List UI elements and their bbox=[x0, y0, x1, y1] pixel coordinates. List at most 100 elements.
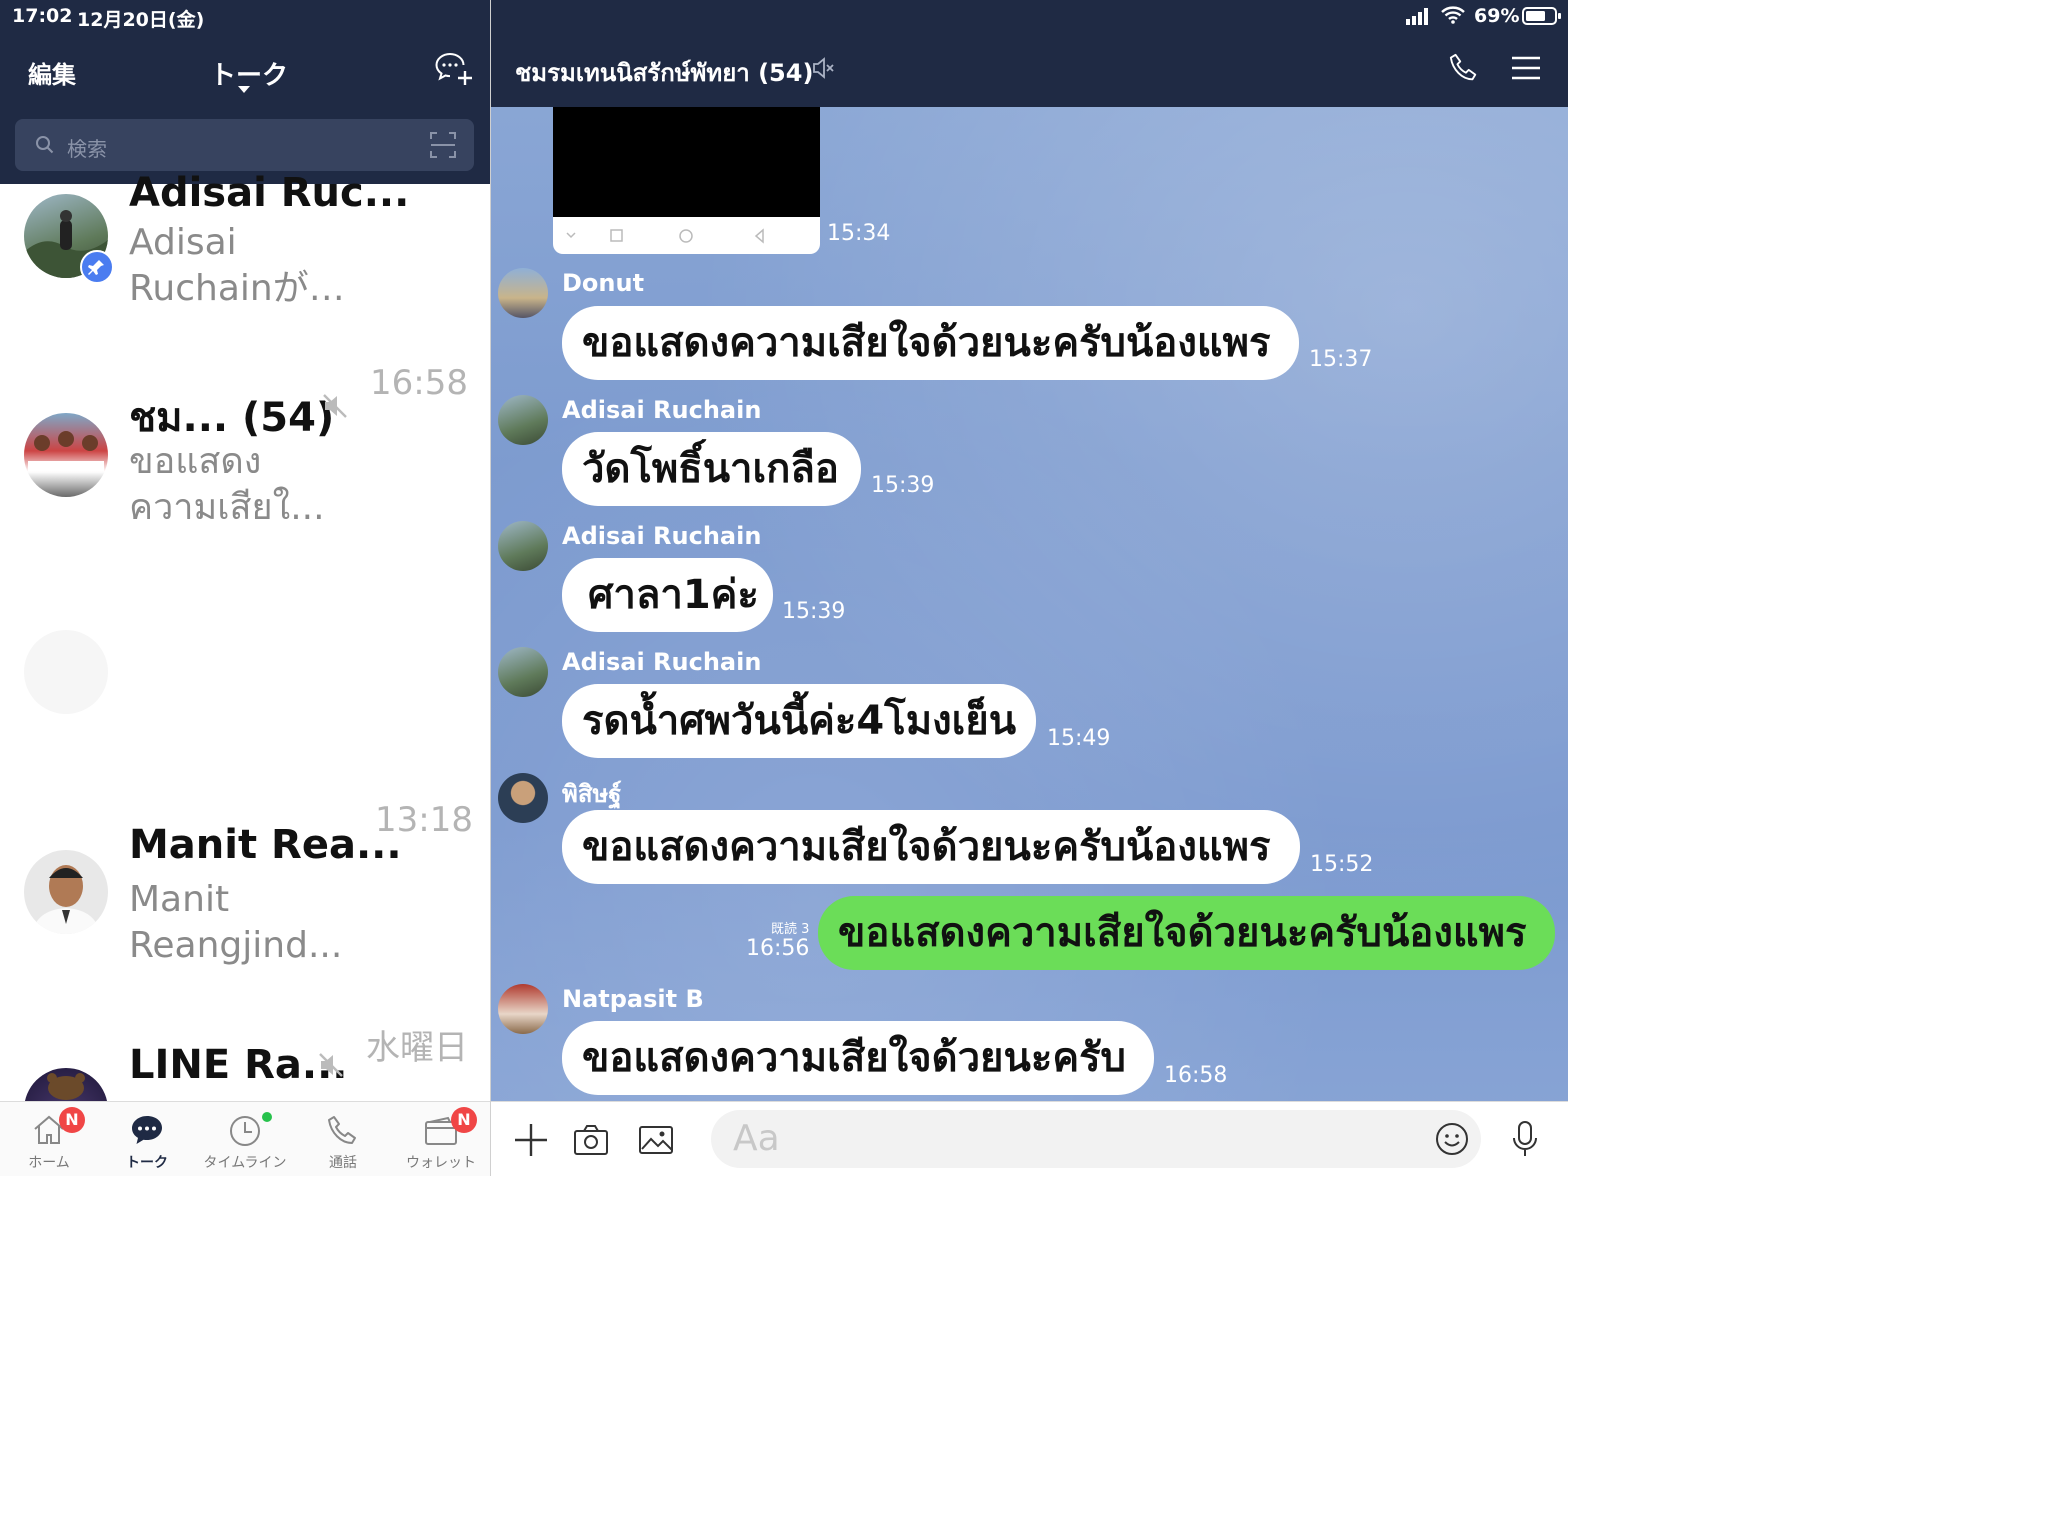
tab-label: ウォレット bbox=[406, 1155, 476, 1171]
mute-icon bbox=[811, 56, 835, 84]
tab-calls[interactable]: 通話 bbox=[294, 1102, 392, 1176]
message-time: 15:39 bbox=[871, 473, 935, 498]
chat-room-header: 69% ชมรมเทนนิสรักษ์พัทยา (54) bbox=[491, 0, 1568, 107]
sender-name: Adisai Ruchain bbox=[562, 396, 762, 424]
clock-icon bbox=[228, 1114, 262, 1152]
chat-bubble-icon bbox=[130, 1114, 164, 1150]
chat-name: LINE Ra... bbox=[129, 1042, 348, 1088]
message-bubble[interactable]: วัดโพธิ์นาเกลือ bbox=[562, 432, 861, 506]
message-bubble[interactable]: ขอแสดงความเสียใจด้วยนะครับน้องแพร bbox=[562, 306, 1299, 380]
battery-percent: 69% bbox=[1474, 5, 1520, 27]
bottom-tab-bar: N ホーム トーク タイムライン 通話 N ウォレット bbox=[0, 1101, 490, 1176]
chat-list-item[interactable]: Adisai Ruc... Adisai Ruchainが… bbox=[0, 170, 490, 334]
message-time: 15:39 bbox=[782, 599, 846, 624]
caret-down-icon[interactable] bbox=[238, 86, 250, 93]
chat-preview-line1: ขอแสดง bbox=[129, 441, 262, 482]
status-time: 17:02 bbox=[12, 5, 73, 27]
message-time: 15:49 bbox=[1047, 726, 1111, 751]
notification-badge: N bbox=[59, 1107, 85, 1133]
avatar bbox=[24, 630, 108, 714]
tab-label: ホーム bbox=[28, 1155, 70, 1171]
image-content bbox=[553, 107, 820, 217]
avatar bbox=[24, 850, 108, 934]
message-input[interactable]: Aa bbox=[711, 1110, 1481, 1168]
sender-name: Adisai Ruchain bbox=[562, 522, 762, 550]
tab-wallet[interactable]: N ウォレット bbox=[392, 1102, 490, 1176]
chat-room-title: ชมรมเทนนิสรักษ์พัทยา (54) bbox=[515, 59, 814, 87]
new-indicator-dot bbox=[262, 1112, 272, 1122]
message-bubble[interactable]: ศาลา1ค่ะ bbox=[562, 558, 773, 632]
image-icon[interactable] bbox=[638, 1125, 674, 1159]
new-chat-icon[interactable] bbox=[434, 51, 474, 91]
tab-label: トーク bbox=[126, 1155, 168, 1171]
avatar[interactable] bbox=[498, 268, 548, 318]
chat-preview-line2: Ruchainが… bbox=[129, 268, 345, 309]
message-time: 15:37 bbox=[1309, 347, 1373, 372]
camera-icon[interactable] bbox=[573, 1124, 609, 1160]
talk-list-header: 17:02 12月20日(金) 編集 トーク 検索 bbox=[0, 0, 490, 184]
tab-label: タイムライン bbox=[203, 1155, 287, 1171]
battery-icon bbox=[1522, 7, 1562, 29]
chat-list-item[interactable]: Manit Rea... 13:18 Manit Reangjind... bbox=[0, 800, 490, 980]
message-time: 15:52 bbox=[1310, 852, 1374, 877]
wifi-icon bbox=[1441, 6, 1465, 28]
search-input[interactable]: 検索 bbox=[67, 133, 107, 162]
message-bubble[interactable]: ขอแสดงความเสียใจด้วยนะครับ bbox=[562, 1021, 1154, 1095]
avatar[interactable] bbox=[498, 773, 548, 823]
chat-preview-line1: Manit bbox=[129, 879, 230, 920]
read-receipt: 既読 3 bbox=[771, 922, 810, 937]
message-time: 16:56 bbox=[746, 936, 810, 961]
mute-icon bbox=[322, 393, 348, 423]
notification-badge: N bbox=[451, 1107, 477, 1133]
sender-name: Adisai Ruchain bbox=[562, 648, 762, 676]
edit-button[interactable]: 編集 bbox=[28, 55, 76, 90]
search-bar[interactable]: 検索 bbox=[15, 119, 474, 171]
tab-timeline[interactable]: タイムライン bbox=[196, 1102, 294, 1176]
message-bubble[interactable]: ขอแสดงความเสียใจด้วยนะครับน้องแพร bbox=[562, 810, 1300, 884]
plus-icon[interactable] bbox=[513, 1122, 549, 1162]
signal-icon bbox=[1406, 7, 1432, 29]
chat-list-item[interactable]: LINE Ra... 水曜日 bbox=[0, 1020, 490, 1101]
chat-time: 16:58 bbox=[370, 363, 468, 403]
avatar[interactable] bbox=[498, 984, 548, 1034]
message-bubble[interactable]: รดน้ำศพวันนี้ค่ะ4โมงเย็น bbox=[562, 684, 1036, 758]
message-bubble-own[interactable]: ขอแสดงความเสียใจด้วยนะครับน้องแพร bbox=[818, 896, 1555, 970]
search-icon bbox=[35, 135, 55, 159]
chat-preview-line2: ความเสียใ... bbox=[129, 487, 325, 528]
sender-name: พิสิษฐ์ bbox=[562, 780, 622, 808]
avatar bbox=[24, 413, 108, 497]
chat-preview-line2: Reangjind... bbox=[129, 925, 343, 966]
chat-room-pane: 69% ชมรมเทนนิสรักษ์พัทยา (54) 15:34 Donu… bbox=[491, 0, 1568, 1176]
message-input-placeholder: Aa bbox=[733, 1118, 780, 1159]
sender-name: Natpasit B bbox=[562, 985, 704, 1013]
phone-icon[interactable] bbox=[1448, 52, 1480, 88]
menu-icon[interactable] bbox=[1511, 56, 1541, 84]
avatar[interactable] bbox=[498, 395, 548, 445]
avatar[interactable] bbox=[498, 521, 548, 571]
phone-icon bbox=[326, 1114, 360, 1152]
chat-list-item[interactable]: ชม... (54) 16:58 ขอแสดง ความเสียใ... bbox=[0, 360, 490, 540]
message-composer: Aa bbox=[491, 1101, 1568, 1176]
message-time: 15:34 bbox=[827, 221, 891, 246]
pin-icon bbox=[80, 250, 114, 284]
chat-list-item[interactable] bbox=[0, 580, 490, 760]
avatar bbox=[24, 1068, 108, 1101]
chat-name: Adisai Ruc... bbox=[129, 170, 410, 216]
message-time: 16:58 bbox=[1164, 1063, 1228, 1088]
talk-list-pane: 17:02 12月20日(金) 編集 トーク 検索 Adisai Ruc... … bbox=[0, 0, 490, 1176]
chat-time: 13:18 bbox=[375, 800, 473, 840]
status-date: 12月20日(金) bbox=[77, 9, 205, 31]
tab-label: 通話 bbox=[329, 1155, 357, 1171]
image-message[interactable] bbox=[553, 107, 820, 254]
microphone-icon[interactable] bbox=[1511, 1120, 1539, 1162]
chat-preview-line1: Adisai bbox=[129, 222, 237, 263]
chat-time: 水曜日 bbox=[366, 1028, 468, 1068]
avatar[interactable] bbox=[498, 647, 548, 697]
mute-icon bbox=[318, 1052, 344, 1082]
qr-scan-icon[interactable] bbox=[429, 131, 457, 163]
chat-name: Manit Rea... bbox=[129, 822, 402, 868]
sender-name: Donut bbox=[562, 269, 645, 297]
emoji-icon[interactable] bbox=[1435, 1122, 1469, 1160]
tab-home[interactable]: N ホーム bbox=[0, 1102, 98, 1176]
tab-talk[interactable]: トーク bbox=[98, 1102, 196, 1176]
